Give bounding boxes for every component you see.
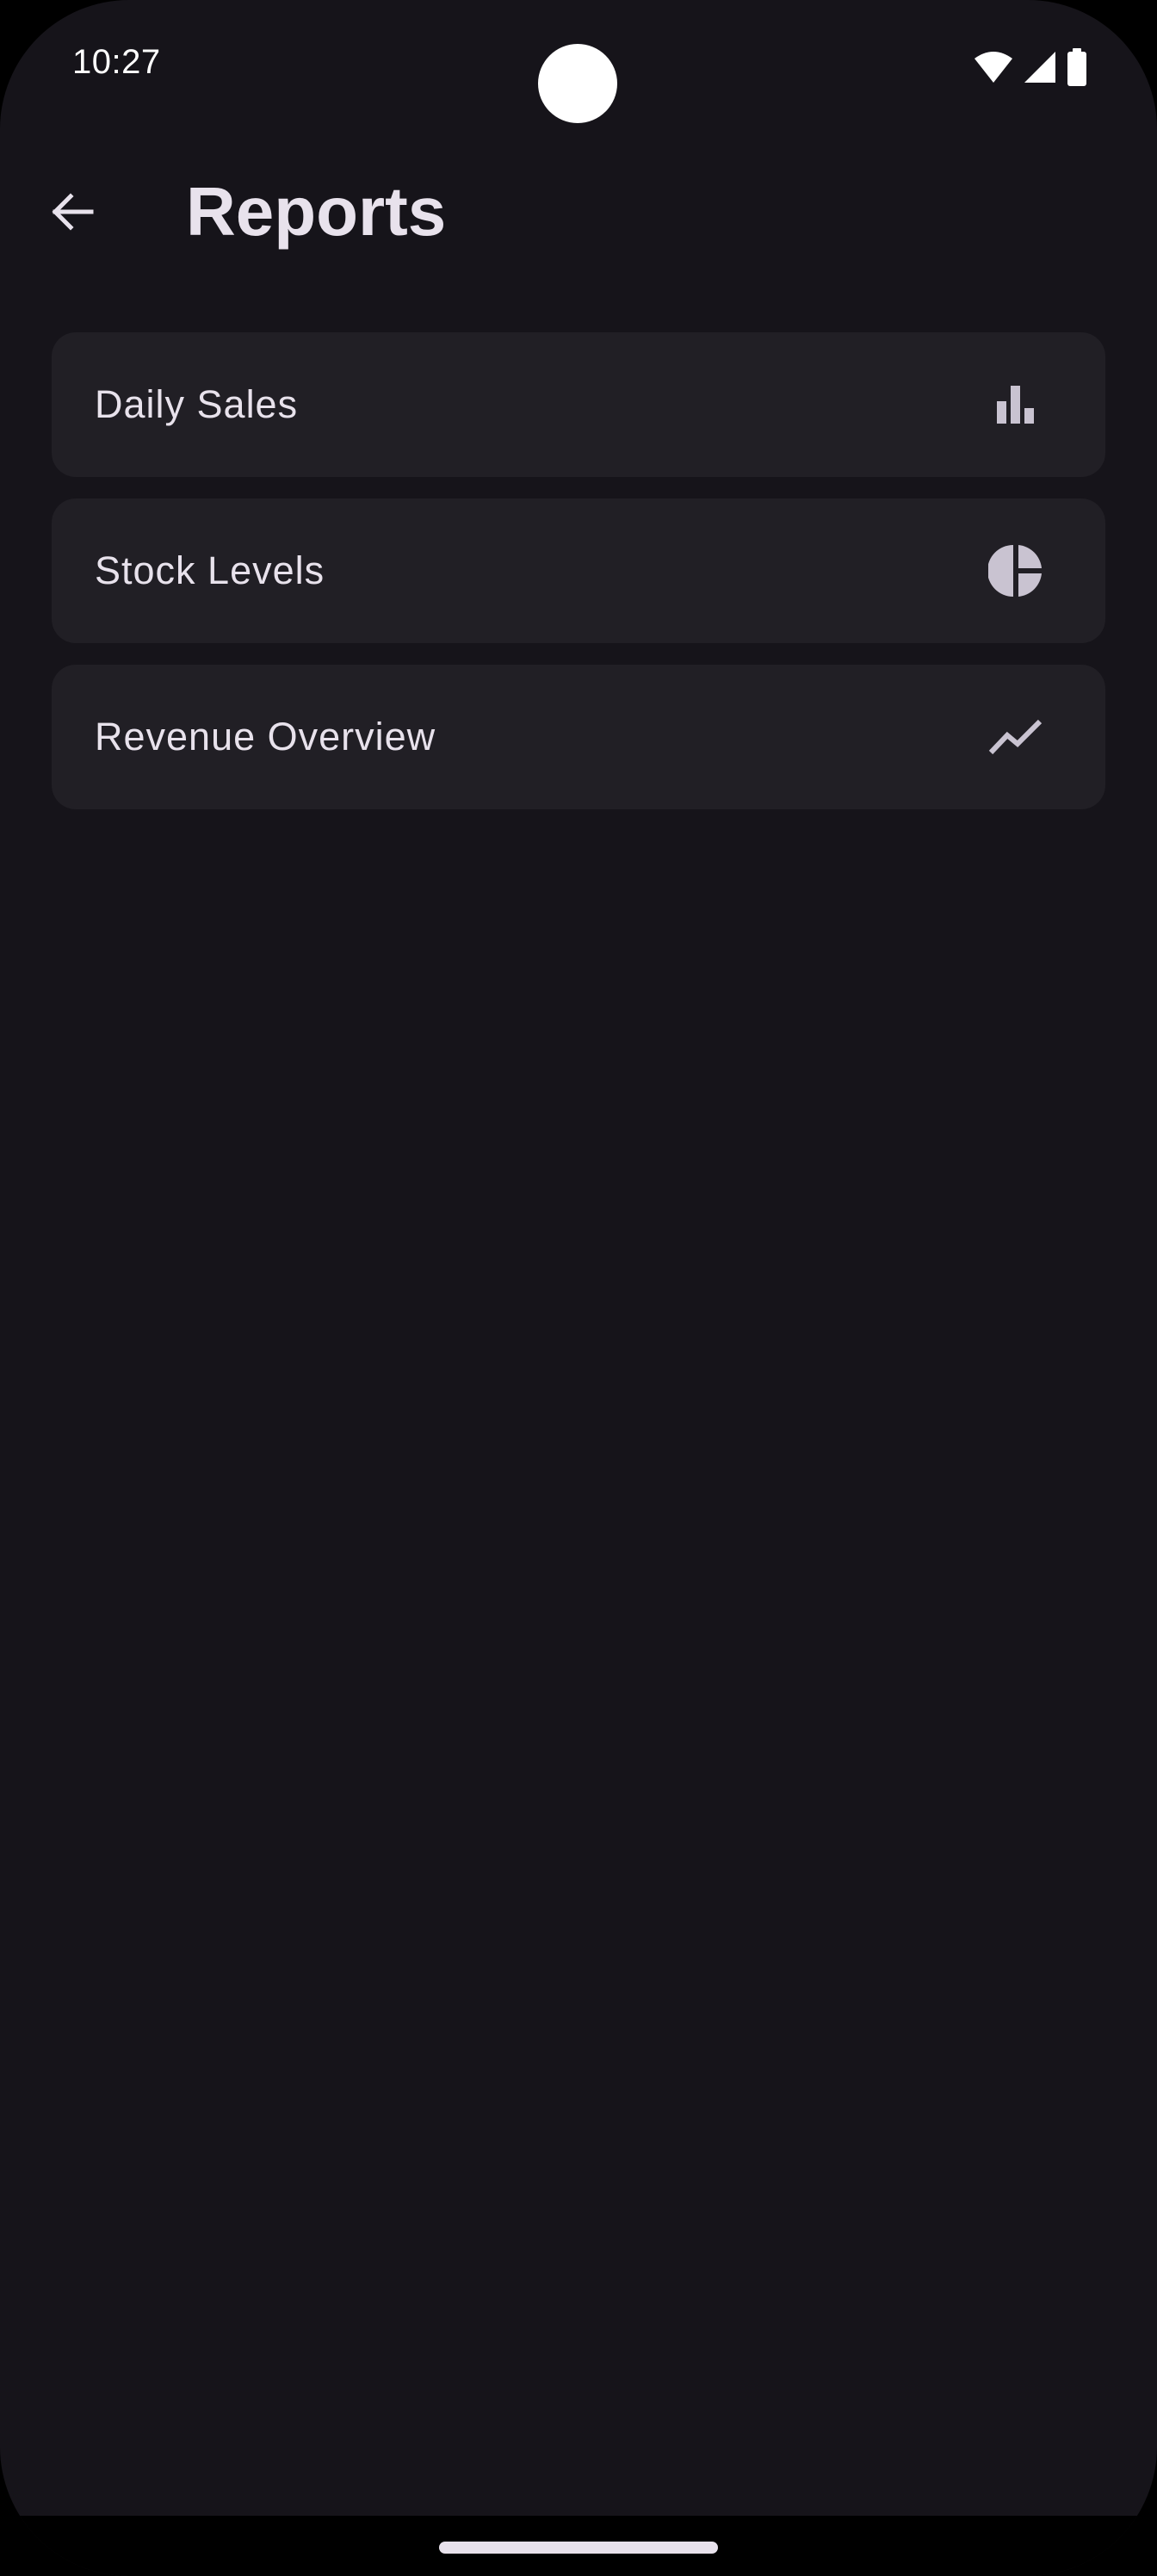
- back-button[interactable]: [38, 179, 107, 248]
- gesture-nav-bar: [0, 2516, 1157, 2576]
- report-item-label: Daily Sales: [95, 382, 299, 426]
- status-bar: 10:27: [0, 0, 1157, 138]
- report-item-stock-levels[interactable]: Stock Levels: [52, 498, 1105, 643]
- cellular-signal-icon: [1023, 50, 1057, 84]
- bar-chart-icon: [987, 375, 1045, 434]
- report-item-daily-sales[interactable]: Daily Sales: [52, 332, 1105, 477]
- trend-line-icon: [987, 708, 1045, 766]
- app-bar: Reports: [0, 155, 1157, 265]
- home-indicator[interactable]: [439, 2542, 718, 2554]
- status-icons: [973, 48, 1088, 86]
- report-item-label: Revenue Overview: [95, 715, 436, 759]
- pie-chart-icon: [987, 542, 1045, 600]
- report-item-label: Stock Levels: [95, 548, 325, 592]
- wifi-icon: [973, 50, 1014, 84]
- camera-cutout: [538, 44, 617, 123]
- report-item-revenue-overview[interactable]: Revenue Overview: [52, 665, 1105, 809]
- app-screen: 10:27 Reports Daily Sales Stock Levels R…: [0, 0, 1157, 2576]
- status-time: 10:27: [72, 43, 161, 81]
- page-title: Reports: [186, 173, 447, 250]
- report-list: Daily Sales Stock Levels Revenue Overvie…: [52, 332, 1105, 831]
- battery-icon: [1066, 48, 1088, 86]
- arrow-back-icon: [50, 189, 95, 238]
